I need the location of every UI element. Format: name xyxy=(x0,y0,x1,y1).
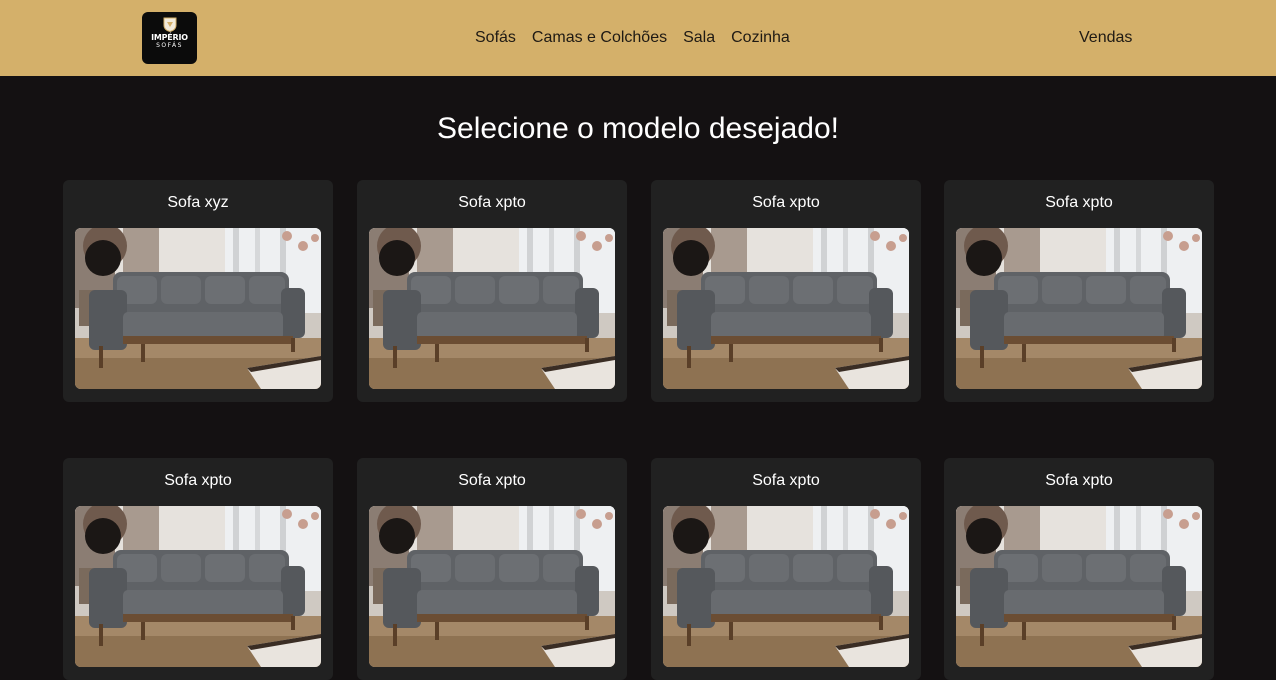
main-nav: Sofás Camas e Colchões Sala Cozinha xyxy=(475,0,806,76)
product-card[interactable]: Sofa xpto xyxy=(651,180,921,402)
nav-camas-colchoes[interactable]: Camas e Colchões xyxy=(532,29,667,47)
nav-sofas[interactable]: Sofás xyxy=(475,29,516,47)
sofa-image[interactable] xyxy=(956,228,1202,389)
product-card[interactable]: Sofa xpto xyxy=(944,180,1214,402)
sofa-image[interactable] xyxy=(369,506,615,667)
product-card[interactable]: Sofa xyz xyxy=(63,180,333,402)
product-card[interactable]: Sofa xpto xyxy=(63,458,333,680)
sofa-image[interactable] xyxy=(663,228,909,389)
product-name: Sofa xpto xyxy=(1045,472,1113,489)
product-name: Sofa xpto xyxy=(458,472,526,489)
sofa-image[interactable] xyxy=(663,506,909,667)
sofa-image[interactable] xyxy=(956,506,1202,667)
product-name: Sofa xpto xyxy=(164,472,232,489)
page-title: Selecione o modelo desejado! xyxy=(437,112,839,145)
product-card[interactable]: Sofa xpto xyxy=(651,458,921,680)
product-name: Sofa xpto xyxy=(1045,194,1113,211)
brand-logo[interactable]: IMPÉRIO SOFÁS xyxy=(142,12,197,64)
product-name: Sofa xpto xyxy=(458,194,526,211)
product-card[interactable]: Sofa xpto xyxy=(944,458,1214,680)
brand-name: IMPÉRIO xyxy=(151,33,188,42)
nav-cozinha[interactable]: Cozinha xyxy=(731,29,790,47)
brand-subname: SOFÁS xyxy=(156,42,183,49)
sofa-image[interactable] xyxy=(75,228,321,389)
product-card[interactable]: Sofa xpto xyxy=(357,458,627,680)
sofa-image[interactable] xyxy=(75,506,321,667)
nav-sala[interactable]: Sala xyxy=(683,29,715,47)
shield-icon xyxy=(163,17,176,32)
product-name: Sofa xpto xyxy=(752,194,820,211)
secondary-nav: Vendas xyxy=(1079,0,1132,76)
sofa-image[interactable] xyxy=(369,228,615,389)
nav-vendas[interactable]: Vendas xyxy=(1079,29,1132,47)
top-navbar: IMPÉRIO SOFÁS Sofás Camas e Colchões Sal… xyxy=(0,0,1276,76)
product-card[interactable]: Sofa xpto xyxy=(357,180,627,402)
product-name: Sofa xyz xyxy=(167,194,229,211)
product-name: Sofa xpto xyxy=(752,472,820,489)
